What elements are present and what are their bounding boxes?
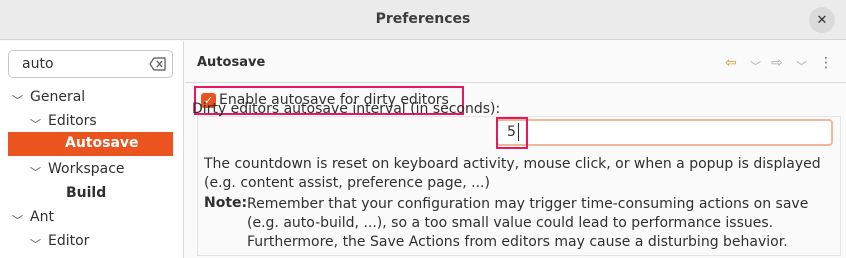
note-text: Remember that your configuration may tri… — [247, 196, 809, 250]
view-menu-icon[interactable]: ⋮ — [819, 55, 833, 71]
chevron-down-icon[interactable]: ﹀ — [12, 92, 23, 108]
forward-menu-chevron-icon[interactable]: ﹀ — [796, 58, 807, 74]
text-caret — [518, 123, 519, 141]
chevron-down-icon[interactable]: ﹀ — [30, 164, 41, 180]
search-value: auto — [22, 56, 54, 72]
preference-page: Autosave ⇦ ﹀ ⇨ ﹀ ⋮ ✓ Enable autosave for… — [185, 41, 846, 258]
tree-item-autosave-label: Autosave — [65, 135, 139, 151]
tree-item-autosave[interactable]: Autosave — [8, 132, 173, 156]
close-icon: ✕ — [816, 12, 828, 28]
preference-tree-panel: auto ﹀ General ﹀ Editors Autosave ﹀ Work… — [0, 41, 184, 258]
interval-value: 5 — [507, 124, 516, 140]
interval-description: The countdown is reset on keyboard activ… — [204, 156, 821, 191]
page-title: Autosave — [197, 55, 266, 70]
clear-search-icon[interactable] — [149, 57, 166, 71]
search-input[interactable]: auto — [8, 50, 173, 78]
back-menu-chevron-icon[interactable]: ﹀ — [750, 58, 761, 74]
chevron-down-icon[interactable]: ﹀ — [30, 236, 41, 252]
forward-arrow-icon[interactable]: ⇨ — [771, 55, 783, 71]
interval-label: Dirty editors autosave interval (in seco… — [192, 101, 501, 117]
tree-item-general[interactable]: General — [30, 89, 85, 105]
tree-item-ant[interactable]: Ant — [30, 209, 54, 225]
close-button[interactable]: ✕ — [809, 7, 835, 33]
header-divider — [185, 82, 846, 83]
window-title: Preferences — [375, 11, 471, 27]
chevron-down-icon[interactable]: ﹀ — [12, 212, 23, 228]
tree-item-workspace[interactable]: Workspace — [48, 161, 125, 177]
chevron-down-icon[interactable]: ﹀ — [30, 116, 41, 132]
tree-item-editors[interactable]: Editors — [48, 113, 97, 129]
back-arrow-icon[interactable]: ⇦ — [725, 55, 737, 71]
note-label: Note: — [204, 195, 248, 211]
title-bar: Preferences ✕ — [0, 0, 846, 40]
interval-input[interactable] — [496, 119, 833, 146]
tree-item-editor[interactable]: Editor — [48, 233, 89, 249]
tree-item-build[interactable]: Build — [66, 185, 106, 201]
